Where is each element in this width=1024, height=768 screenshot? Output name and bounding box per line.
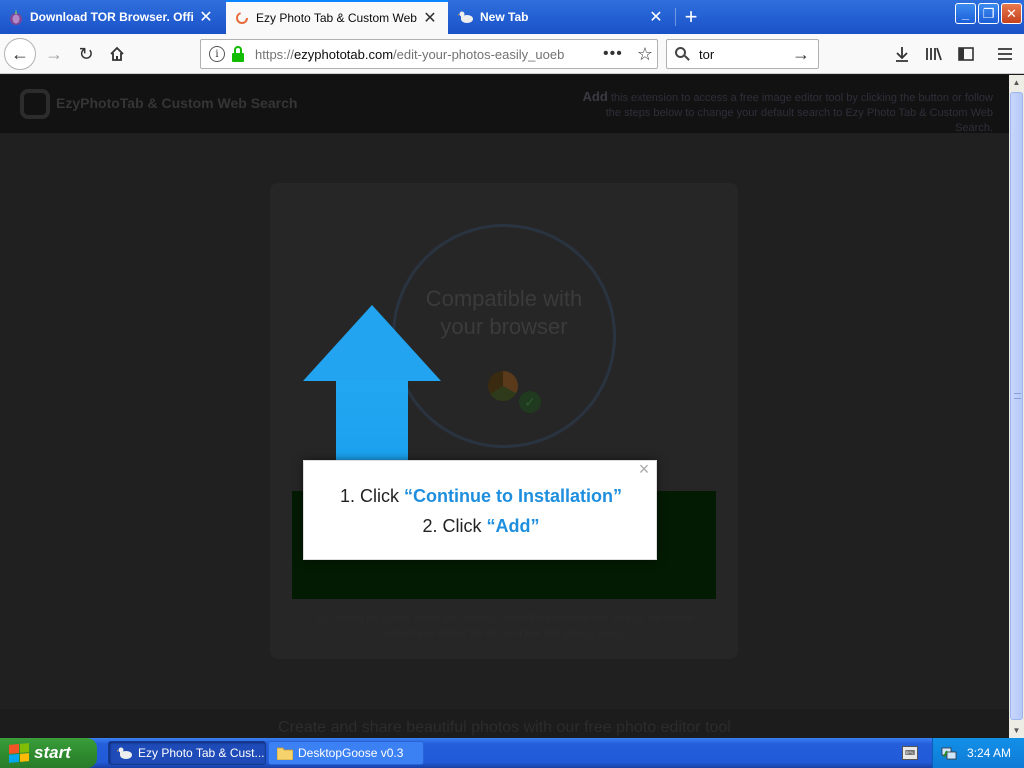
scrollbar-grip <box>1014 393 1021 399</box>
bottom-tagline: Create and share beautiful photos with o… <box>278 719 731 736</box>
goose-icon <box>458 9 474 25</box>
url-scheme: https:// <box>255 46 295 62</box>
scrollbar-thumb[interactable] <box>1010 92 1023 720</box>
lock-icon[interactable] <box>231 46 245 62</box>
arrow-up-icon <box>303 305 441 381</box>
site-name: EzyPhotoTab & Custom Web Search <box>56 95 298 111</box>
popup-step-1: 1. Click “Continue to Installation” <box>304 486 658 507</box>
site-header: EzyPhotoTab & Custom Web Search Add this… <box>0 75 1009 136</box>
page-actions-icon[interactable]: ••• <box>603 45 623 63</box>
page-viewport: EzyPhotoTab & Custom Web Search Add this… <box>0 75 1009 738</box>
search-input[interactable]: tor <box>699 47 792 62</box>
search-go-icon[interactable]: → <box>792 44 810 65</box>
tab-title: Ezy Photo Tab & Custom Web Sea <box>256 11 418 25</box>
scroll-down-icon[interactable]: ▼ <box>1009 723 1024 738</box>
goose-icon <box>117 745 133 761</box>
tab-close-icon[interactable]: ✕ <box>422 10 438 27</box>
sidebar-button[interactable] <box>954 42 978 66</box>
minimize-button[interactable]: _ <box>955 3 976 24</box>
arrow-shaft <box>336 380 408 462</box>
site-hint-text: this extension to access a free image ed… <box>605 92 993 134</box>
home-icon <box>110 46 124 61</box>
tor-onion-icon <box>8 9 24 25</box>
bookmark-star-icon[interactable]: ☆ <box>637 44 653 65</box>
taskbar-item-label: DesktopGoose v0.3 <box>298 746 404 760</box>
scroll-up-icon[interactable]: ▲ <box>1009 75 1024 90</box>
reload-button[interactable]: ↻ <box>70 38 102 70</box>
info-icon[interactable]: i <box>209 46 225 62</box>
vertical-scrollbar[interactable]: ▲ ▼ <box>1009 75 1024 738</box>
search-bar[interactable]: tor → <box>666 39 819 69</box>
library-icon <box>926 47 942 61</box>
search-icon <box>675 47 690 61</box>
system-tray: 3:24 AM <box>932 738 1024 768</box>
navigation-toolbar: ← → ↻ i https://ezyphototab.com/edit-you… <box>0 34 1024 74</box>
windows-flag-icon <box>9 743 29 763</box>
browser-logo-icon <box>488 371 518 401</box>
arrow-right-icon: → <box>45 43 63 64</box>
sidebar-icon <box>958 47 974 61</box>
start-button[interactable]: start <box>0 738 97 768</box>
network-icon[interactable] <box>941 745 957 761</box>
close-window-button[interactable]: ✕ <box>1001 3 1022 24</box>
url-host: ezyphototab.com <box>294 46 394 62</box>
new-tab-button[interactable]: + <box>678 4 704 30</box>
tab-tor-download[interactable]: Download TOR Browser. Official w ✕ <box>0 1 224 33</box>
arrow-left-icon: ← <box>11 43 29 64</box>
window-controls: _ ❐ ✕ <box>955 3 1022 24</box>
downloads-button[interactable] <box>890 42 914 66</box>
restore-button[interactable]: ❐ <box>978 3 999 24</box>
disclaimer-text: By clicking the button above you agree t… <box>315 613 695 639</box>
site-logo-icon <box>20 89 50 119</box>
library-button[interactable] <box>922 42 946 66</box>
taskbar-item-firefox[interactable]: Ezy Photo Tab & Cust... <box>108 741 266 765</box>
step-1-prefix: 1. Click <box>339 486 404 506</box>
instruction-popup: × 1. Click “Continue to Installation” 2.… <box>303 459 658 560</box>
reload-icon: ↻ <box>78 43 94 64</box>
popup-step-2: 2. Click “Add” <box>304 516 658 537</box>
tab-close-icon[interactable]: ✕ <box>648 9 664 26</box>
site-hint-add: Add <box>582 89 608 104</box>
taskbar-item-desktopgoose[interactable]: DesktopGoose v0.3 <box>268 741 424 765</box>
download-icon <box>896 47 908 62</box>
taskbar-item-label: Ezy Photo Tab & Cust... <box>138 746 265 760</box>
tab-close-icon[interactable]: ✕ <box>198 9 214 26</box>
step-2-prefix: 2. Click <box>422 516 487 536</box>
step-1-highlight: “Continue to Installation” <box>404 486 622 506</box>
url-path: /edit-your-photos-easily_uoeb <box>393 46 565 62</box>
hamburger-menu-icon <box>998 48 1012 60</box>
tab-title: New Tab <box>480 10 529 24</box>
url-bar[interactable]: i https://ezyphototab.com/edit-your-phot… <box>200 39 658 69</box>
ezyphoto-loading-icon <box>234 10 250 26</box>
back-button[interactable]: ← <box>4 38 36 70</box>
taskbar: start Ezy Photo Tab & Cust... DesktopGoo… <box>0 738 1024 768</box>
tab-title: Download TOR Browser. Official w <box>30 10 194 24</box>
check-icon: ✓ <box>519 391 541 413</box>
site-header-hint: Add this extension to access a free imag… <box>573 89 994 136</box>
forward-button[interactable]: → <box>38 38 70 70</box>
clock[interactable]: 3:24 AM <box>967 746 1011 760</box>
url-text[interactable]: https://ezyphototab.com/edit-your-photos… <box>255 47 573 62</box>
tab-separator <box>675 8 676 26</box>
home-button[interactable] <box>101 38 133 70</box>
popup-close-icon[interactable]: × <box>636 459 652 479</box>
keyboard-icon[interactable]: ⌨ <box>902 746 918 760</box>
tab-strip: Download TOR Browser. Official w ✕ Ezy P… <box>0 0 1024 34</box>
menu-button[interactable] <box>993 42 1017 66</box>
start-label: start <box>34 743 71 762</box>
tab-ezyphoto[interactable]: Ezy Photo Tab & Custom Web Sea ✕ <box>226 0 448 34</box>
step-2-highlight: “Add” <box>486 516 540 536</box>
folder-icon <box>277 745 293 761</box>
tab-new-tab[interactable]: New Tab ✕ <box>450 1 674 33</box>
